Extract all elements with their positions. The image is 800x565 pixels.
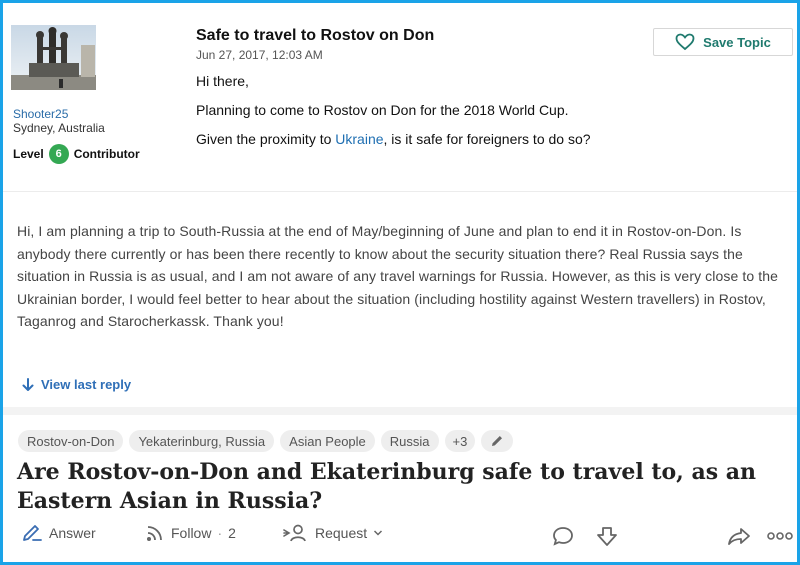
topic-tag[interactable]: Asian People bbox=[280, 430, 375, 452]
arrow-down-icon bbox=[21, 377, 35, 392]
post-body: Hi there, Planning to come to Rostov on … bbox=[196, 73, 736, 160]
follow-separator: · bbox=[217, 525, 223, 541]
username-link[interactable]: Shooter25 bbox=[13, 107, 68, 121]
level-badge: 6 bbox=[48, 144, 69, 164]
answer-pen-icon bbox=[21, 523, 43, 543]
topic-tag[interactable]: Russia bbox=[380, 430, 439, 452]
view-last-reply-label: View last reply bbox=[41, 377, 132, 392]
post-line-2-end: , is it safe for foreigners to do so? bbox=[383, 131, 591, 147]
follow-label: Follow bbox=[171, 525, 212, 541]
more-tags-button[interactable]: +3 bbox=[444, 430, 476, 452]
pencil-icon bbox=[490, 434, 504, 448]
ukraine-link[interactable]: Ukraine bbox=[335, 131, 383, 147]
heart-icon bbox=[675, 33, 695, 51]
answer-label: Answer bbox=[49, 525, 96, 541]
user-level: Level 6 Contributor bbox=[13, 144, 140, 164]
question-title[interactable]: Are Rostov-on-Don and Ekaterinburg safe … bbox=[17, 458, 792, 516]
screenshot-frame: Shooter25 Sydney, Australia Level 6 Cont… bbox=[0, 0, 800, 565]
chevron-down-icon bbox=[373, 529, 383, 537]
post-line-2: Given the proximity to Ukraine, is it sa… bbox=[196, 131, 736, 148]
post-greeting: Hi there, bbox=[196, 73, 249, 89]
comment-icon bbox=[552, 526, 574, 546]
answer-button[interactable]: Answer bbox=[21, 523, 96, 543]
follow-button[interactable]: Follow · 2 bbox=[145, 523, 236, 543]
post-line-1: Planning to come to Rostov on Don for th… bbox=[196, 102, 569, 118]
view-last-reply-link[interactable]: View last reply bbox=[21, 377, 131, 392]
post-date: Jun 27, 2017, 12:03 AM bbox=[196, 48, 323, 62]
downvote-button[interactable] bbox=[593, 523, 621, 549]
reply-text: Hi, I am planning a trip to South-Russia… bbox=[17, 223, 778, 329]
more-icon bbox=[767, 531, 793, 541]
question-actions: Answer Follow · 2 Request bbox=[17, 523, 797, 551]
downvote-icon bbox=[596, 525, 618, 547]
comment-button[interactable] bbox=[549, 523, 577, 549]
request-user-icon bbox=[283, 523, 309, 543]
edit-tags-button[interactable] bbox=[481, 430, 514, 452]
user-rank: Contributor bbox=[73, 147, 140, 161]
post-line-2-start: Given the proximity to bbox=[196, 131, 336, 147]
save-topic-button[interactable]: Save Topic bbox=[653, 28, 793, 56]
level-label: Level bbox=[13, 147, 44, 161]
divider bbox=[3, 191, 797, 192]
save-topic-label: Save Topic bbox=[703, 34, 771, 50]
topic-tag[interactable]: Yekaterinburg, Russia bbox=[129, 430, 275, 452]
topic-tags: Rostov-on-Don Yekaterinburg, Russia Asia… bbox=[18, 430, 514, 452]
user-avatar[interactable] bbox=[11, 25, 96, 90]
more-options-button[interactable] bbox=[765, 523, 795, 549]
request-button[interactable]: Request bbox=[283, 523, 383, 543]
share-icon bbox=[727, 526, 751, 546]
follow-wifi-icon bbox=[145, 523, 165, 543]
follow-count: 2 bbox=[228, 525, 236, 541]
user-location: Sydney, Australia bbox=[13, 121, 105, 135]
section-divider bbox=[3, 407, 797, 415]
share-button[interactable] bbox=[725, 523, 753, 549]
post-title: Safe to travel to Rostov on Don bbox=[196, 27, 435, 44]
request-label: Request bbox=[315, 525, 368, 541]
topic-tag[interactable]: Rostov-on-Don bbox=[18, 430, 124, 452]
